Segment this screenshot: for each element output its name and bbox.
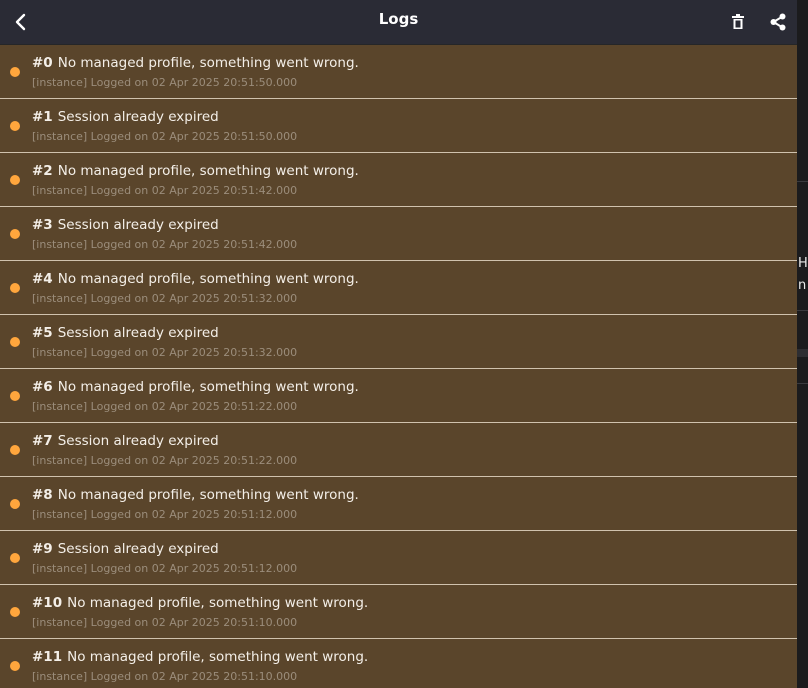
log-list: #0 No managed profile, something went wro…: [0, 45, 797, 688]
log-text: No managed profile, something went wrong…: [67, 649, 369, 665]
log-meta: [instance] Logged on 02 Apr 2025 20:51:1…: [32, 508, 298, 521]
log-text: No managed profile, something went wrong…: [57, 271, 359, 287]
log-message: #8 No managed profile, something went wro…: [32, 487, 359, 503]
share-logs-button[interactable]: [763, 7, 793, 37]
log-entry[interactable]: #2 No managed profile, something went wro…: [0, 153, 797, 207]
log-number: #5: [32, 325, 53, 341]
log-message: #1 Session already expired: [32, 109, 219, 125]
log-message: #10 No managed profile, something went wr…: [32, 595, 368, 611]
warning-dot-icon: [10, 391, 20, 401]
warning-dot-icon: [10, 499, 20, 509]
log-number: #1: [32, 109, 53, 125]
log-message: #4 No managed profile, something went wro…: [32, 271, 359, 287]
log-text: No managed profile, something went wrong…: [57, 487, 359, 503]
warning-dot-icon: [10, 121, 20, 131]
log-number: #7: [32, 433, 53, 449]
warning-dot-icon: [10, 337, 20, 347]
log-meta: [instance] Logged on 02 Apr 2025 20:51:4…: [32, 184, 298, 197]
warning-dot-icon: [10, 607, 20, 617]
log-text: No managed profile, something went wrong…: [67, 595, 369, 611]
log-number: #8: [32, 487, 53, 503]
share-icon: [770, 13, 786, 31]
log-message: #6 No managed profile, something went wro…: [32, 379, 359, 395]
log-text: Session already expired: [57, 109, 219, 125]
log-meta: [instance] Logged on 02 Apr 2025 20:51:4…: [32, 238, 298, 251]
logs-screen: Logs #0 No managed profile, something wen…: [0, 0, 797, 688]
log-entry[interactable]: #9 Session already expired [instance] Logg…: [0, 531, 797, 585]
warning-dot-icon: [10, 67, 20, 77]
log-meta: [instance] Logged on 02 Apr 2025 20:51:5…: [32, 76, 298, 89]
log-entry[interactable]: #6 No managed profile, something went wro…: [0, 369, 797, 423]
log-number: #4: [32, 271, 53, 287]
warning-dot-icon: [10, 445, 20, 455]
log-text: Session already expired: [57, 325, 219, 341]
log-number: #6: [32, 379, 53, 395]
log-entry[interactable]: #1 Session already expired [instance] Logg…: [0, 99, 797, 153]
warning-dot-icon: [10, 175, 20, 185]
background-text-line: Ho: [798, 256, 808, 271]
log-text: No managed profile, something went wrong…: [57, 55, 359, 71]
log-number: #0: [32, 55, 53, 71]
page-title: Logs: [378, 10, 419, 28]
log-entry[interactable]: #10 No managed profile, something went wr…: [0, 585, 797, 639]
log-text: No managed profile, something went wrong…: [57, 163, 359, 179]
log-meta: [instance] Logged on 02 Apr 2025 20:51:1…: [32, 616, 298, 629]
warning-dot-icon: [10, 553, 20, 563]
top-app-bar: Logs: [0, 0, 797, 44]
log-message: #0 No managed profile, something went wro…: [32, 55, 359, 71]
log-meta: [instance] Logged on 02 Apr 2025 20:51:3…: [32, 346, 298, 359]
log-message: #11 No managed profile, something went wr…: [32, 649, 368, 665]
log-number: #2: [32, 163, 53, 179]
log-meta: [instance] Logged on 02 Apr 2025 20:51:1…: [32, 670, 298, 683]
log-text: Session already expired: [57, 217, 219, 233]
warning-dot-icon: [10, 229, 20, 239]
log-entry[interactable]: #5 Session already expired [instance] Logg…: [0, 315, 797, 369]
log-message: #2 No managed profile, something went wro…: [32, 163, 359, 179]
delete-logs-button[interactable]: [723, 7, 753, 37]
log-meta: [instance] Logged on 02 Apr 2025 20:51:5…: [32, 130, 298, 143]
log-message: #5 Session already expired: [32, 325, 219, 341]
log-entry[interactable]: #3 Session already expired [instance] Logg…: [0, 207, 797, 261]
warning-dot-icon: [10, 283, 20, 293]
log-meta: [instance] Logged on 02 Apr 2025 20:51:2…: [32, 400, 298, 413]
log-number: #3: [32, 217, 53, 233]
log-entry[interactable]: #8 No managed profile, something went wro…: [0, 477, 797, 531]
background-text-line: n: [798, 278, 807, 293]
log-text: No managed profile, something went wrong…: [57, 379, 359, 395]
trash-icon: [732, 14, 744, 29]
log-meta: [instance] Logged on 02 Apr 2025 20:51:2…: [32, 454, 298, 467]
log-number: #9: [32, 541, 53, 557]
background-window-edge: Ho n: [797, 0, 808, 688]
log-text: Session already expired: [57, 541, 219, 557]
warning-dot-icon: [10, 661, 20, 671]
log-number: #10: [32, 595, 63, 611]
log-text: Session already expired: [57, 433, 219, 449]
log-message: #3 Session already expired: [32, 217, 219, 233]
log-meta: [instance] Logged on 02 Apr 2025 20:51:3…: [32, 292, 298, 305]
log-meta: [instance] Logged on 02 Apr 2025 20:51:1…: [32, 562, 298, 575]
log-message: #7 Session already expired: [32, 433, 219, 449]
log-entry[interactable]: #0 No managed profile, something went wro…: [0, 45, 797, 99]
log-number: #11: [32, 649, 63, 665]
log-entry[interactable]: #4 No managed profile, something went wro…: [0, 261, 797, 315]
log-entry[interactable]: #7 Session already expired [instance] Logg…: [0, 423, 797, 477]
log-message: #9 Session already expired: [32, 541, 219, 557]
log-entry[interactable]: #11 No managed profile, something went wr…: [0, 639, 797, 688]
